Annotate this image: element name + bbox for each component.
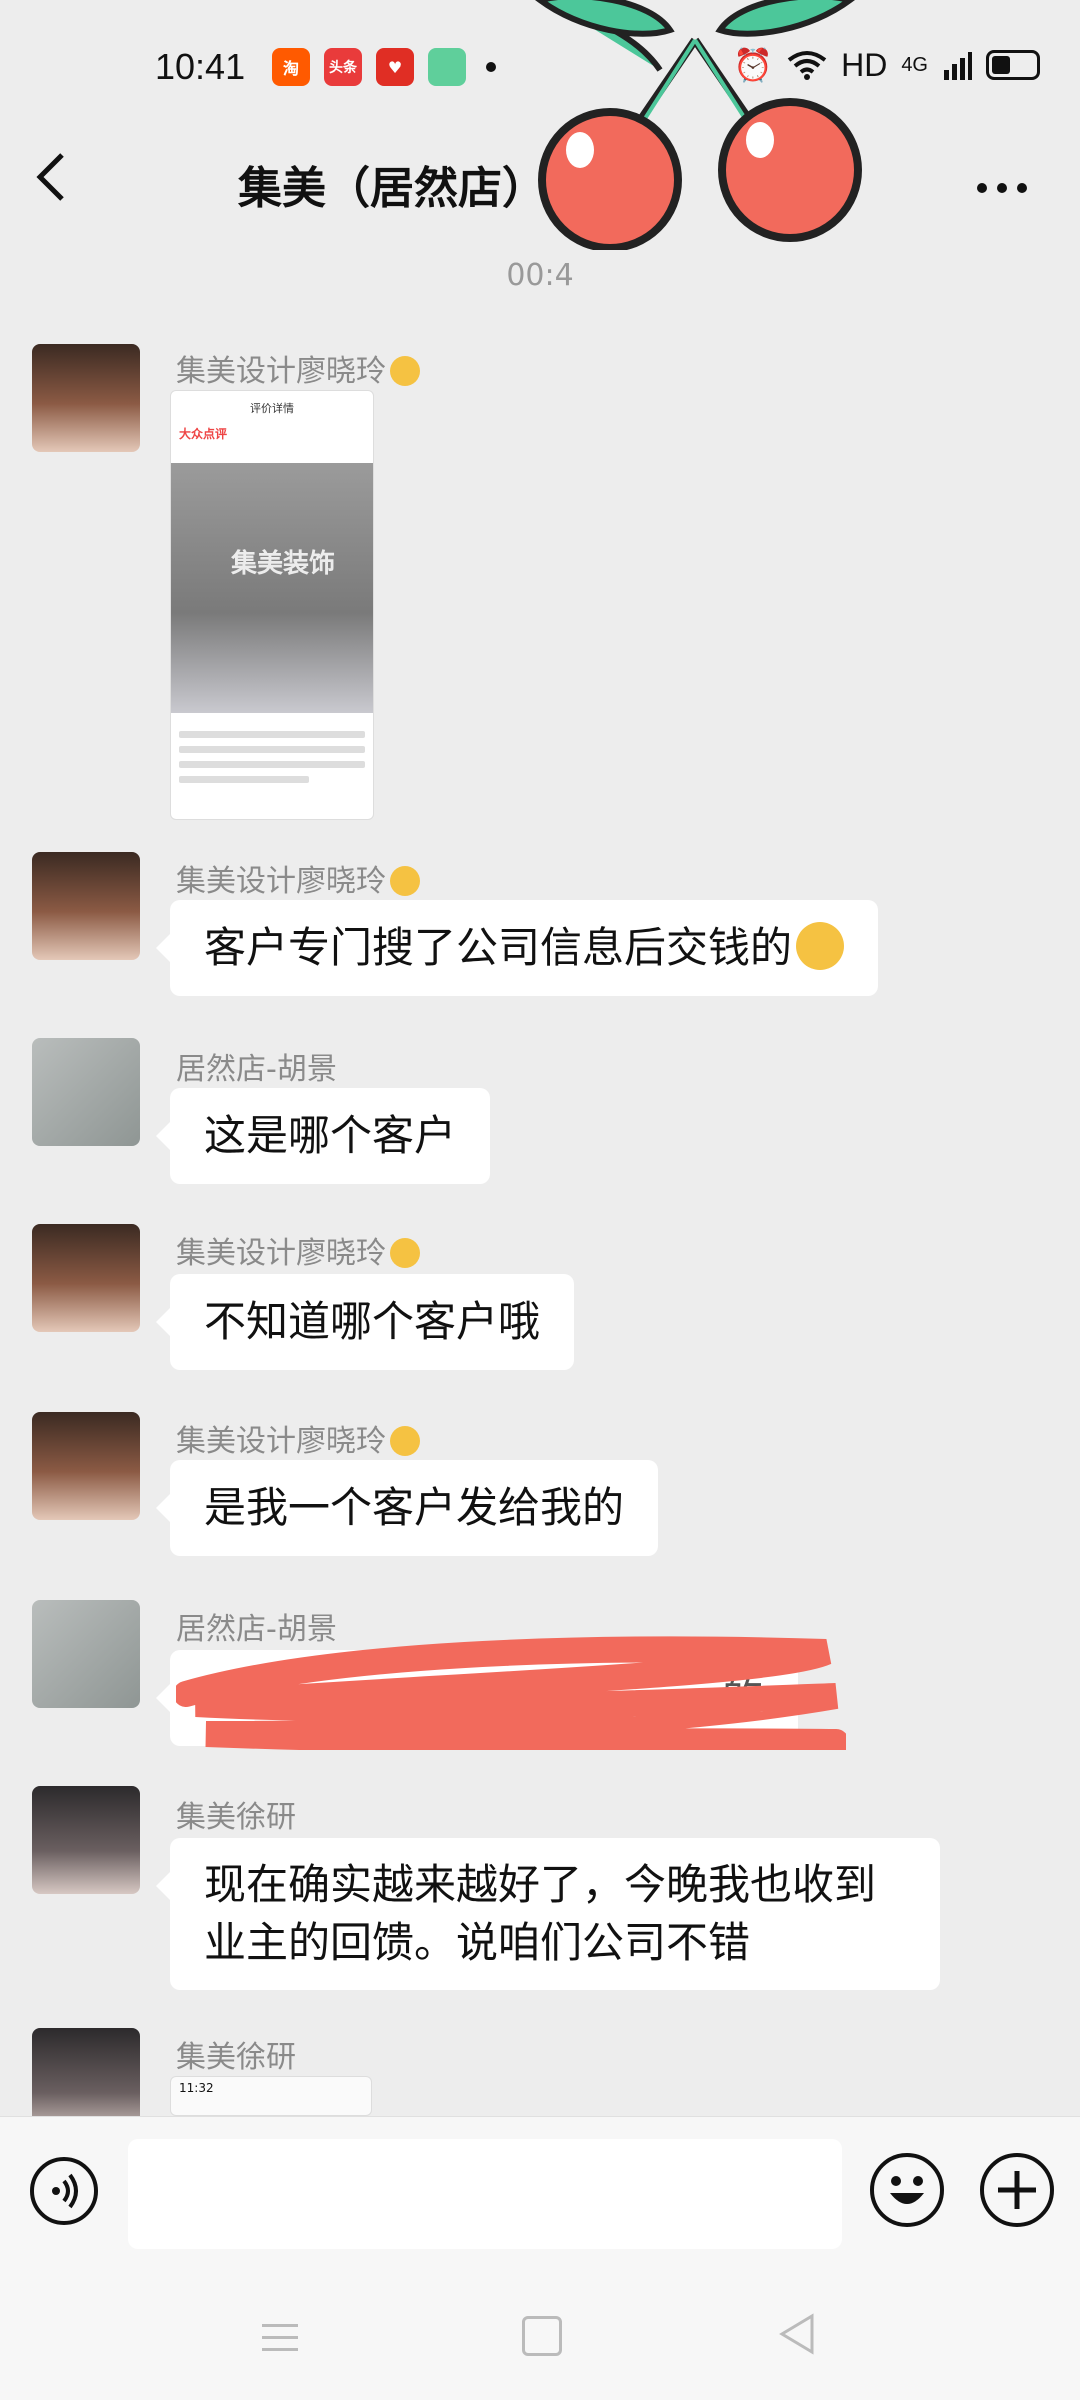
system-navigation: [0, 2276, 1080, 2400]
sender-name: 集美设计廖晓玲: [176, 1416, 420, 1460]
avatar[interactable]: [32, 1038, 140, 1146]
app-icon: [428, 48, 466, 86]
hug-emoji-icon: [390, 356, 420, 386]
avatar[interactable]: [32, 1786, 140, 1894]
emoji-button[interactable]: [870, 2153, 944, 2227]
image-header: 评价详情: [250, 402, 294, 415]
sender-name: 集美徐研: [176, 2040, 296, 2075]
avatar[interactable]: [32, 344, 140, 452]
sender-name: 集美徐研: [176, 1800, 296, 1835]
hug-emoji-icon: [390, 1426, 420, 1456]
back-button[interactable]: [36, 148, 66, 218]
signal-icon: [944, 52, 972, 80]
message-bubble[interactable]: 客户专门搜了公司信息后交钱的: [155, 900, 879, 996]
plus-button[interactable]: [980, 2153, 1054, 2227]
sender-name: 集美设计廖晓玲: [176, 346, 420, 390]
chat-title: 集美（居然店）: [238, 163, 546, 214]
sender-name: 集美设计廖晓玲: [176, 856, 420, 900]
message-timestamp: 00:4: [506, 258, 574, 293]
signal-label: 4G: [901, 53, 928, 76]
message-bubble[interactable]: 这是哪个客户: [155, 1088, 491, 1184]
notification-dot-icon: [486, 62, 496, 72]
more-button[interactable]: [976, 140, 1028, 213]
hug-emoji-icon: [390, 1238, 420, 1268]
cherry-sticker: [534, 0, 862, 250]
avatar[interactable]: [32, 1600, 140, 1708]
avatar[interactable]: [32, 1224, 140, 1332]
image-text-lines: [179, 731, 365, 791]
home-icon[interactable]: [522, 2316, 562, 2356]
taobao-icon: 淘: [272, 48, 310, 86]
shared-image[interactable]: 评价详情 大众点评 集美装饰: [170, 390, 374, 820]
redaction-scribble: [176, 1636, 846, 1750]
status-time: 10:41: [155, 46, 246, 87]
toutiao-icon: 头条: [324, 48, 362, 86]
plus-icon: [998, 2171, 1036, 2209]
message-input[interactable]: [128, 2139, 842, 2249]
status-app-icons: 淘 头条 ♥: [272, 48, 496, 86]
voice-icon: [52, 2173, 78, 2209]
sender-name: 居然店-胡景: [176, 1052, 337, 1087]
input-bar: [0, 2116, 1080, 2277]
triangle-back-icon[interactable]: [776, 2312, 816, 2356]
image-photo: 集美装饰: [171, 463, 373, 713]
sender-name: 集美设计廖晓玲: [176, 1228, 420, 1272]
hug-emoji-icon: [390, 866, 420, 896]
message-bubble[interactable]: 现在确实越来越好了，今晚我也收到业主的回馈。说咱们公司不错: [156, 1838, 940, 1990]
chevron-left-icon: [36, 153, 64, 201]
more-horizontal-icon: [977, 183, 1027, 193]
voice-button[interactable]: [30, 2157, 98, 2225]
avatar[interactable]: [32, 1412, 140, 1520]
image-header: 11:32: [179, 2081, 214, 2095]
battery-icon: [986, 50, 1040, 80]
message-bubble[interactable]: 是我一个客户发给我的: [155, 1460, 659, 1556]
image-sign: 集美装饰: [231, 549, 336, 579]
shared-image[interactable]: 11:32: [170, 2076, 372, 2116]
message-bubble[interactable]: 不知道哪个客户哦: [155, 1274, 575, 1370]
thinking-emoji-icon: [796, 922, 845, 970]
avatar[interactable]: [32, 852, 140, 960]
emoji-icon: [890, 2176, 924, 2204]
menu-icon[interactable]: [262, 2324, 298, 2360]
pinduoduo-icon: ♥: [376, 48, 414, 86]
image-logo: 大众点评: [179, 427, 228, 441]
